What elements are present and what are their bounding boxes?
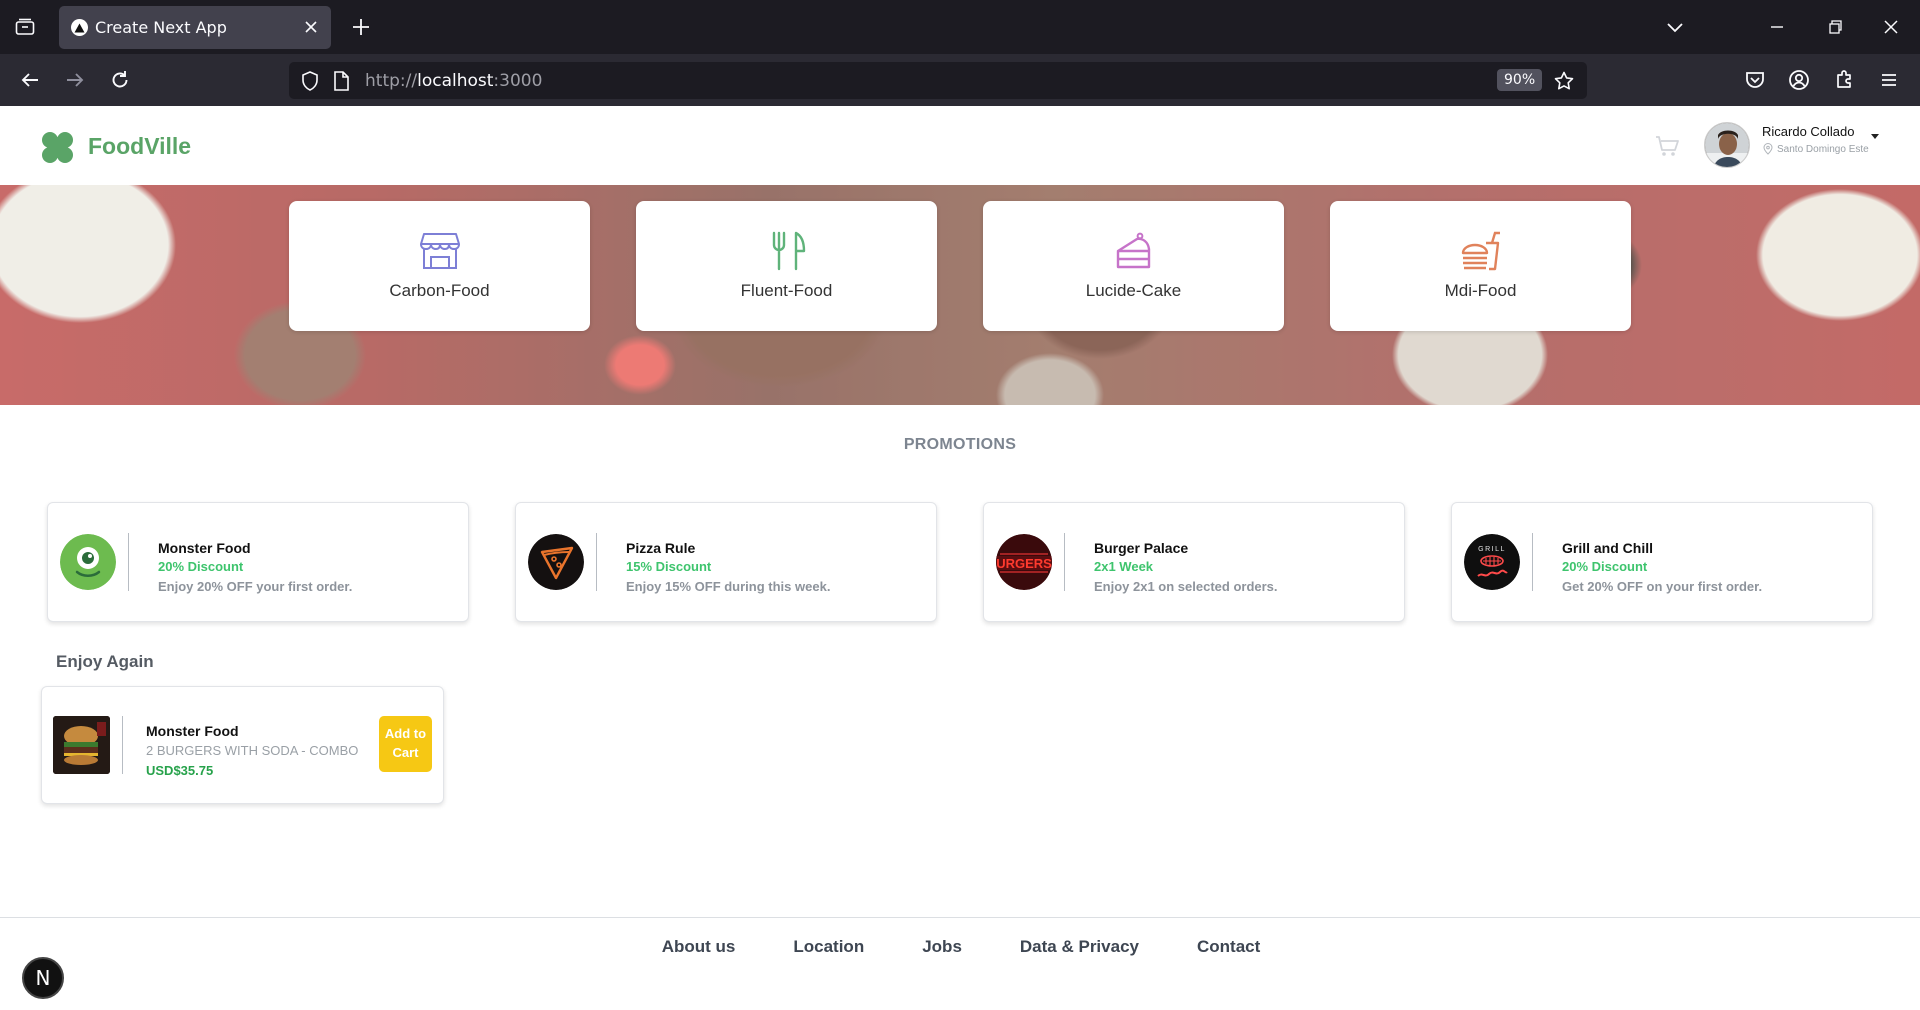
- footer-link-location[interactable]: Location: [791, 937, 864, 957]
- category-label: Fluent-Food: [740, 281, 833, 300]
- footer-link-contact[interactable]: Contact: [1195, 937, 1260, 957]
- nextjs-dev-indicator[interactable]: N: [22, 957, 64, 999]
- fork-knife-icon: [766, 231, 808, 271]
- divider: [122, 716, 123, 774]
- menu-hamburger-icon[interactable]: [1875, 66, 1903, 94]
- user-name[interactable]: Ricardo Collado: [1762, 124, 1855, 139]
- category-card-fluent-food[interactable]: Fluent-Food: [636, 201, 937, 331]
- browser-nav-bar: http://localhost:3000 90%: [0, 54, 1920, 106]
- grill-logo-text: GRILL: [1478, 546, 1506, 553]
- reload-icon[interactable]: [106, 66, 134, 94]
- reorder-item-price: USD$35.75: [146, 763, 214, 778]
- promo-name: Burger Palace: [1094, 540, 1189, 556]
- zoom-level-badge[interactable]: 90%: [1497, 69, 1543, 91]
- page-info-icon[interactable]: [331, 70, 351, 92]
- promo-discount: 20% Discount: [158, 559, 244, 574]
- enjoy-again-heading: Enjoy Again: [56, 652, 154, 671]
- promo-desc: Enjoy 20% OFF your first order.: [158, 579, 353, 594]
- reorder-card: Monster Food 2 BURGERS WITH SODA - COMBO…: [41, 686, 444, 804]
- hero-overlay: [0, 185, 1920, 405]
- burgers-neon-text: URGERS: [996, 556, 1052, 571]
- url-port: :3000: [493, 71, 543, 91]
- promotions-heading: PROMOTIONS: [903, 436, 1017, 453]
- promo-desc: Get 20% OFF on your first order.: [1562, 579, 1763, 594]
- extensions-puzzle-icon[interactable]: [1830, 66, 1858, 94]
- category-card-mdi-food[interactable]: Mdi-Food: [1330, 201, 1631, 331]
- reorder-item-desc: 2 BURGERS WITH SODA - COMBO: [146, 743, 359, 758]
- promo-name: Monster Food: [158, 540, 251, 556]
- category-card-carbon-food[interactable]: Carbon-Food: [289, 201, 590, 331]
- promo-discount: 15% Discount: [626, 559, 712, 574]
- back-arrow-icon[interactable]: [16, 66, 44, 94]
- footer-link-data-privacy[interactable]: Data & Privacy: [1018, 937, 1139, 957]
- promo-discount: 2x1 Week: [1094, 559, 1154, 574]
- pocket-icon[interactable]: [1741, 66, 1769, 94]
- user-location-text: Santo Domingo Este: [1777, 143, 1869, 155]
- minimize-icon[interactable]: [1764, 14, 1790, 40]
- promo-card-burger-palace[interactable]: URGERS Burger Palace 2x1 Week Enjoy 2x1 …: [983, 502, 1405, 622]
- promo-name: Grill and Chill: [1562, 540, 1654, 556]
- tab-list-icon[interactable]: [10, 12, 40, 42]
- user-location: Santo Domingo Este: [1763, 143, 1869, 155]
- user-avatar[interactable]: [1704, 122, 1750, 168]
- category-label: Lucide-Cake: [1085, 281, 1182, 300]
- account-icon[interactable]: [1785, 66, 1813, 94]
- divider: [596, 533, 597, 591]
- burger-drink-icon: [1460, 231, 1502, 271]
- hero-banner: Carbon-Food Fluent-Food Lucide-Cake Mdi-…: [0, 185, 1920, 405]
- address-bar[interactable]: http://localhost:3000 90%: [289, 62, 1587, 99]
- burgers-neon-logo-icon: URGERS: [996, 534, 1052, 590]
- nextjs-favicon-icon: [71, 19, 88, 36]
- url-text[interactable]: http://localhost:3000: [365, 71, 542, 91]
- promo-desc: Enjoy 15% OFF during this week.: [626, 579, 831, 594]
- clover-logo-icon[interactable]: [40, 130, 75, 165]
- close-tab-icon[interactable]: [301, 17, 321, 37]
- category-card-lucide-cake[interactable]: Lucide-Cake: [983, 201, 1284, 331]
- browser-tab-bar: Create Next App: [0, 0, 1920, 54]
- brand-name[interactable]: FoodVille: [88, 133, 191, 160]
- monster-logo-icon: [60, 534, 116, 590]
- bookmark-star-icon[interactable]: [1553, 70, 1575, 92]
- list-all-tabs-icon[interactable]: [1662, 14, 1688, 40]
- forward-arrow-icon[interactable]: [61, 66, 89, 94]
- new-tab-icon[interactable]: [348, 14, 374, 40]
- tab-title: Create Next App: [95, 18, 227, 37]
- burger-combo-image: [53, 716, 110, 774]
- footer-links: About us Location Jobs Data & Privacy Co…: [0, 937, 1920, 957]
- promo-desc: Enjoy 2x1 on selected orders.: [1094, 579, 1278, 594]
- tracking-shield-icon[interactable]: [299, 70, 321, 92]
- promo-name: Pizza Rule: [626, 540, 696, 556]
- pizza-logo-icon: [528, 534, 584, 590]
- close-window-icon[interactable]: [1878, 14, 1904, 40]
- site-footer: About us Location Jobs Data & Privacy Co…: [0, 917, 1920, 1010]
- add-to-cart-button[interactable]: Add to Cart: [379, 716, 432, 772]
- site-header: FoodVille Ricardo Collado Santo Domingo …: [0, 106, 1920, 185]
- footer-link-jobs[interactable]: Jobs: [920, 937, 962, 957]
- divider: [1064, 533, 1065, 591]
- reorder-item-name: Monster Food: [146, 723, 239, 739]
- divider: [1532, 533, 1533, 591]
- divider: [128, 533, 129, 591]
- caret-down-icon[interactable]: [1870, 128, 1880, 139]
- category-label: Mdi-Food: [1444, 281, 1517, 300]
- grill-logo-icon: GRILL: [1464, 534, 1520, 590]
- cake-slice-icon: [1113, 231, 1155, 271]
- promo-card-pizza-rule[interactable]: Pizza Rule 15% Discount Enjoy 15% OFF du…: [515, 502, 937, 622]
- location-pin-icon: [1763, 143, 1773, 155]
- promo-discount: 20% Discount: [1562, 559, 1648, 574]
- promo-card-grill-and-chill[interactable]: GRILL Grill and Chill 20% Discount Get 2…: [1451, 502, 1873, 622]
- shopping-cart-icon[interactable]: [1653, 132, 1681, 160]
- page-content: FoodVille Ricardo Collado Santo Domingo …: [0, 106, 1920, 1010]
- promo-card-monster-food[interactable]: Monster Food 20% Discount Enjoy 20% OFF …: [47, 502, 469, 622]
- browser-tab[interactable]: Create Next App: [59, 6, 331, 49]
- category-label: Carbon-Food: [389, 281, 490, 300]
- storefront-icon: [419, 231, 461, 271]
- url-scheme: http://: [365, 71, 418, 91]
- footer-link-about-us[interactable]: About us: [660, 937, 736, 957]
- restore-icon[interactable]: [1822, 14, 1848, 40]
- url-host: localhost: [417, 71, 494, 91]
